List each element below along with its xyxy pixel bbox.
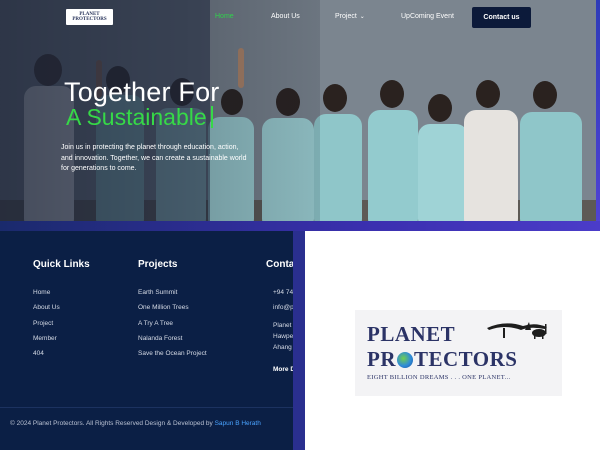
projects-heading: Projects [138, 259, 178, 270]
logo-word-planet: PLANET [367, 322, 456, 346]
footer-project-try-a-tree[interactable]: A Try A Tree [138, 320, 173, 327]
contact-address-line2: Hawpe [273, 333, 294, 340]
logo-text-line2: PROTECTORS [72, 17, 107, 22]
nav-home-link[interactable]: Home [215, 13, 234, 20]
hero-bottom-bar [0, 221, 600, 231]
nav-project-link[interactable]: Project ⌄ [335, 13, 365, 20]
contact-us-button[interactable]: Contact us [472, 7, 531, 28]
footer-project-nalanda-forest[interactable]: Nalanda Forest [138, 335, 182, 342]
globe-icon [397, 352, 413, 368]
logo-word-protectors: PR TECTORS [367, 347, 518, 372]
footer-edge-strip [293, 231, 305, 450]
contact-heading: Conta [266, 259, 295, 270]
contact-address-line1: Planet I [273, 322, 296, 329]
site-footer: Quick Links Home About Us Project Member… [0, 231, 305, 450]
chevron-down-icon: ⌄ [359, 14, 365, 20]
footer-divider [0, 407, 293, 408]
contact-address-line3: Ahang [273, 344, 292, 351]
hero-section: PLANET PROTECTORS Home About Us Project ⌄… [0, 0, 600, 231]
copyright-text: © 2024 Planet Protectors. All Rights Res… [10, 420, 261, 427]
nav-upcoming-event-link[interactable]: UpComing Event [401, 13, 454, 20]
contact-email[interactable]: info@p [273, 304, 294, 311]
copyright-label: © 2024 Planet Protectors. All Rights Res… [10, 420, 215, 427]
wildlife-silhouette-icon [487, 322, 547, 339]
hero-title-line2: A Sustainable [66, 104, 213, 131]
site-logo[interactable]: PLANET PROTECTORS [66, 9, 113, 25]
footer-link-project[interactable]: Project [33, 320, 53, 327]
hero-title-typed-text: A Sustainable [66, 104, 207, 130]
top-navigation: PLANET PROTECTORS Home About Us Project ⌄… [0, 0, 600, 36]
logo-tagline: EIGHT BILLION DREAMS . . . ONE PLANET... [367, 374, 511, 381]
footer-link-home[interactable]: Home [33, 289, 50, 296]
footer-project-one-million-trees[interactable]: One Million Trees [138, 304, 189, 311]
footer-project-earth-summit[interactable]: Earth Summit [138, 289, 177, 296]
developer-link[interactable]: Sapun B Herath [215, 420, 261, 427]
footer-link-404[interactable]: 404 [33, 350, 44, 357]
quick-links-heading: Quick Links [33, 259, 90, 270]
typing-cursor [210, 106, 213, 128]
footer-link-about[interactable]: About Us [33, 304, 60, 311]
hero-description: Join us in protecting the planet through… [61, 144, 247, 172]
footer-link-member[interactable]: Member [33, 335, 57, 342]
nav-project-label: Project [335, 13, 357, 20]
planet-protectors-logo: PLANET PR TECTORS EIGHT BILLION DREAMS . … [355, 310, 562, 396]
logo-word-part1: PR [367, 347, 396, 371]
logo-image-panel: PLANET PR TECTORS EIGHT BILLION DREAMS . … [305, 231, 600, 450]
logo-word-part2: TECTORS [414, 347, 518, 371]
contact-phone[interactable]: +94 74 [273, 289, 293, 296]
footer-project-save-ocean[interactable]: Save the Ocean Project [138, 350, 207, 357]
nav-about-link[interactable]: About Us [271, 13, 300, 20]
